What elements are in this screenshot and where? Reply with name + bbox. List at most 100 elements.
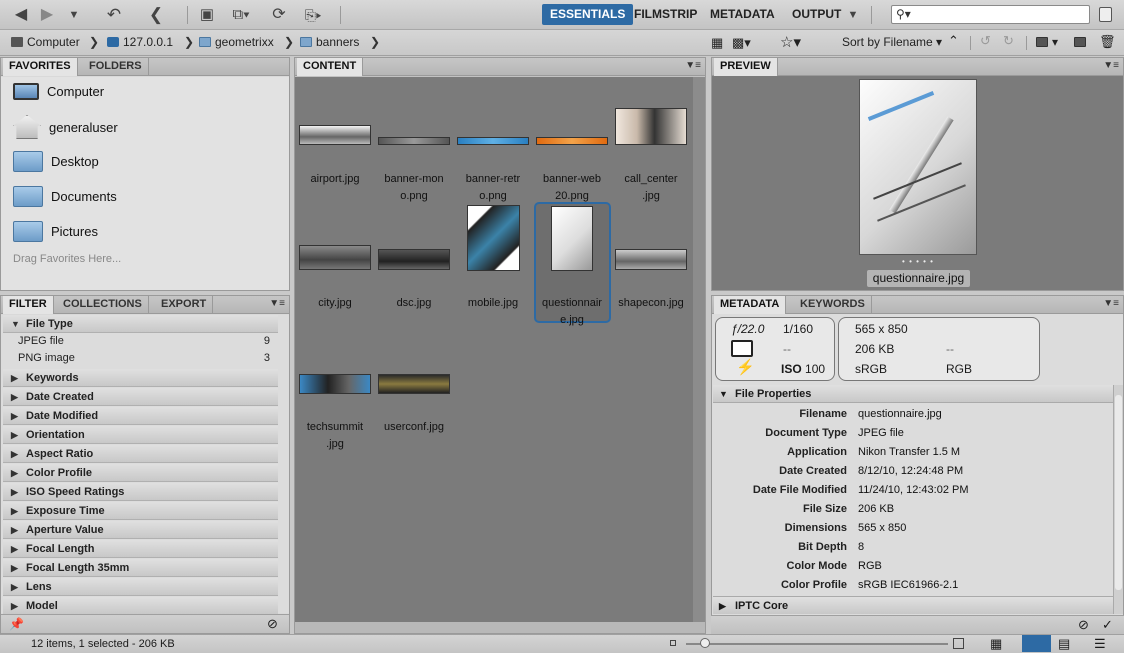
filter-category[interactable]: ▶ Date Modified bbox=[3, 407, 278, 425]
rotate-left-icon[interactable]: ↺ bbox=[980, 33, 991, 49]
metadata-scrollbar[interactable] bbox=[1113, 385, 1123, 614]
thumbnail-image[interactable] bbox=[615, 108, 687, 145]
tab-preview[interactable]: PREVIEW bbox=[714, 58, 778, 76]
grid-view-icon[interactable]: ▦ bbox=[990, 636, 1002, 652]
tab-folders[interactable]: FOLDERS bbox=[83, 58, 149, 76]
filter-category[interactable]: ▶ Focal Length bbox=[3, 540, 278, 558]
filter-category-file-type[interactable]: ▼ File Type bbox=[3, 315, 278, 333]
metadata-row[interactable]: Date Created 8/12/10, 12:24:48 PM bbox=[713, 462, 1113, 481]
filter-items-icon[interactable]: ▩▾ bbox=[732, 35, 751, 51]
collapsed-triangle-icon[interactable]: ▶ bbox=[11, 559, 18, 577]
slider-thumb[interactable] bbox=[700, 638, 710, 648]
workspace-filmstrip[interactable]: FILMSTRIP bbox=[626, 4, 705, 25]
tab-collections[interactable]: COLLECTIONS bbox=[57, 296, 149, 314]
thumbnail-image[interactable] bbox=[457, 137, 529, 145]
collapsed-triangle-icon[interactable]: ▶ bbox=[11, 502, 18, 520]
collapsed-triangle-icon[interactable]: ▶ bbox=[11, 407, 18, 425]
collapsed-triangle-icon[interactable]: ▶ bbox=[11, 388, 18, 406]
chevron-right-icon[interactable]: ❯ bbox=[184, 35, 194, 49]
favorite-desktop[interactable]: Desktop bbox=[13, 151, 99, 172]
metadata-row[interactable]: Application Nikon Transfer 1.5 M bbox=[713, 443, 1113, 462]
chevron-right-icon[interactable]: ❯ bbox=[370, 35, 380, 49]
filter-category[interactable]: ▶ Model bbox=[3, 597, 278, 615]
search-input[interactable]: ⚲▾ bbox=[891, 5, 1090, 24]
thumbnail-view-icon[interactable] bbox=[1022, 635, 1051, 652]
panel-menu-icon[interactable]: ▼≡ bbox=[1103, 60, 1119, 71]
thumbnail-image[interactable] bbox=[615, 249, 687, 270]
star-rating-icon[interactable]: ☆▾ bbox=[780, 33, 801, 51]
filter-category[interactable]: ▶ Orientation bbox=[3, 426, 278, 444]
tab-metadata[interactable]: METADATA bbox=[714, 296, 787, 314]
tab-export[interactable]: EXPORT bbox=[155, 296, 214, 314]
workspace-essentials[interactable]: ESSENTIALS bbox=[542, 4, 634, 25]
filter-category[interactable]: ▶ Focal Length 35mm bbox=[3, 559, 278, 577]
tab-keywords[interactable]: KEYWORDS bbox=[794, 296, 872, 314]
open-recent-icon[interactable]: ▾ bbox=[1036, 35, 1058, 49]
collapsed-triangle-icon[interactable]: ▶ bbox=[11, 426, 18, 444]
clear-filter-icon[interactable]: ⊘ bbox=[267, 616, 278, 632]
collapsed-triangle-icon[interactable]: ▶ bbox=[11, 540, 18, 558]
metadata-row[interactable]: Color Mode RGB bbox=[713, 557, 1113, 576]
refine-icon[interactable]: ⧉▾ bbox=[226, 4, 256, 26]
camera-import-icon[interactable]: ▣ bbox=[196, 4, 218, 26]
file-properties-header[interactable]: ▼ File Properties bbox=[713, 385, 1113, 403]
rotate-icon[interactable]: ⟳ bbox=[268, 4, 290, 26]
forward-arrow-icon[interactable]: ▶ bbox=[36, 4, 58, 26]
thumbnail-large-icon[interactable] bbox=[953, 638, 964, 649]
breadcrumb-computer[interactable]: Computer bbox=[11, 35, 80, 49]
collapsed-triangle-icon[interactable]: ▶ bbox=[11, 578, 18, 596]
details-view-icon[interactable]: ▤ bbox=[1058, 636, 1070, 652]
output-icon[interactable]: ⎘▸ bbox=[296, 4, 330, 26]
sort-ascending-icon[interactable]: ⌃ bbox=[948, 33, 959, 49]
favorite-pictures[interactable]: Pictures bbox=[13, 221, 98, 242]
favorite-documents[interactable]: Documents bbox=[13, 186, 117, 207]
tab-filter[interactable]: FILTER bbox=[3, 296, 54, 314]
tab-favorites[interactable]: FAVORITES bbox=[3, 58, 78, 76]
pin-icon[interactable]: 📌 bbox=[9, 617, 24, 631]
filter-category[interactable]: ▶ ISO Speed Ratings bbox=[3, 483, 278, 501]
filter-category[interactable]: ▶ Aspect Ratio bbox=[3, 445, 278, 463]
breadcrumb-geometrixx[interactable]: geometrixx bbox=[199, 35, 274, 49]
breadcrumb-server[interactable]: 127.0.0.1 bbox=[107, 35, 173, 49]
tab-content[interactable]: CONTENT bbox=[297, 58, 364, 76]
collapsed-triangle-icon[interactable]: ▶ bbox=[11, 483, 18, 501]
reveal-recent-icon[interactable]: ↶ bbox=[100, 4, 128, 26]
workspace-output[interactable]: OUTPUT bbox=[784, 4, 849, 25]
thumbnail-image[interactable] bbox=[378, 137, 450, 145]
content-scrollbar[interactable] bbox=[693, 77, 705, 622]
favorite-computer[interactable]: Computer bbox=[13, 83, 104, 100]
back-arrow-icon[interactable]: ◀ bbox=[10, 4, 32, 26]
thumbnail-image[interactable] bbox=[299, 245, 371, 270]
metadata-row[interactable]: Document Type JPEG file bbox=[713, 424, 1113, 443]
thumbnail-image[interactable] bbox=[299, 374, 371, 394]
quality-icon[interactable]: ▦ bbox=[711, 35, 723, 51]
thumbnail-small-icon[interactable] bbox=[670, 640, 676, 646]
thumbnail-image[interactable] bbox=[551, 206, 593, 271]
filter-category[interactable]: ▶ Exposure Time bbox=[3, 502, 278, 520]
scrollbar-thumb[interactable] bbox=[1115, 395, 1122, 590]
collapsed-triangle-icon[interactable]: ▶ bbox=[719, 597, 726, 615]
thumbnail-size-slider[interactable] bbox=[686, 643, 948, 645]
thumbnail-image[interactable] bbox=[378, 249, 450, 270]
preview-page-dots[interactable]: • • • • • bbox=[859, 257, 977, 266]
rotate-right-icon[interactable]: ↻ bbox=[1003, 33, 1014, 49]
cancel-icon[interactable]: ⊘ bbox=[1078, 617, 1089, 633]
favorite-generaluser[interactable]: generaluser bbox=[13, 115, 118, 139]
preview-image[interactable] bbox=[859, 79, 977, 255]
metadata-row[interactable]: Color Profile sRGB IEC61966-2.1 bbox=[713, 576, 1113, 595]
filter-category[interactable]: ▶ Keywords bbox=[3, 369, 278, 387]
apply-check-icon[interactable]: ✓ bbox=[1102, 617, 1113, 633]
expand-triangle-icon[interactable]: ▼ bbox=[719, 385, 728, 403]
new-folder-icon[interactable] bbox=[1074, 35, 1090, 49]
list-view-icon[interactable]: ☰ bbox=[1094, 636, 1106, 652]
sort-dropdown[interactable]: Sort by Filename ▾ bbox=[842, 35, 942, 49]
compact-mode-icon[interactable] bbox=[1099, 7, 1112, 22]
metadata-row[interactable]: Date File Modified 11/24/10, 12:43:02 PM bbox=[713, 481, 1113, 500]
workspace-dropdown-icon[interactable]: ▼ bbox=[845, 4, 861, 26]
thumbnail-image[interactable] bbox=[299, 125, 371, 145]
panel-menu-icon[interactable]: ▼≡ bbox=[685, 60, 701, 71]
collapsed-triangle-icon[interactable]: ▶ bbox=[11, 464, 18, 482]
breadcrumb-banners[interactable]: banners bbox=[300, 35, 359, 49]
boomerang-icon[interactable]: ❮ bbox=[146, 4, 166, 26]
chevron-right-icon[interactable]: ❯ bbox=[89, 35, 99, 49]
